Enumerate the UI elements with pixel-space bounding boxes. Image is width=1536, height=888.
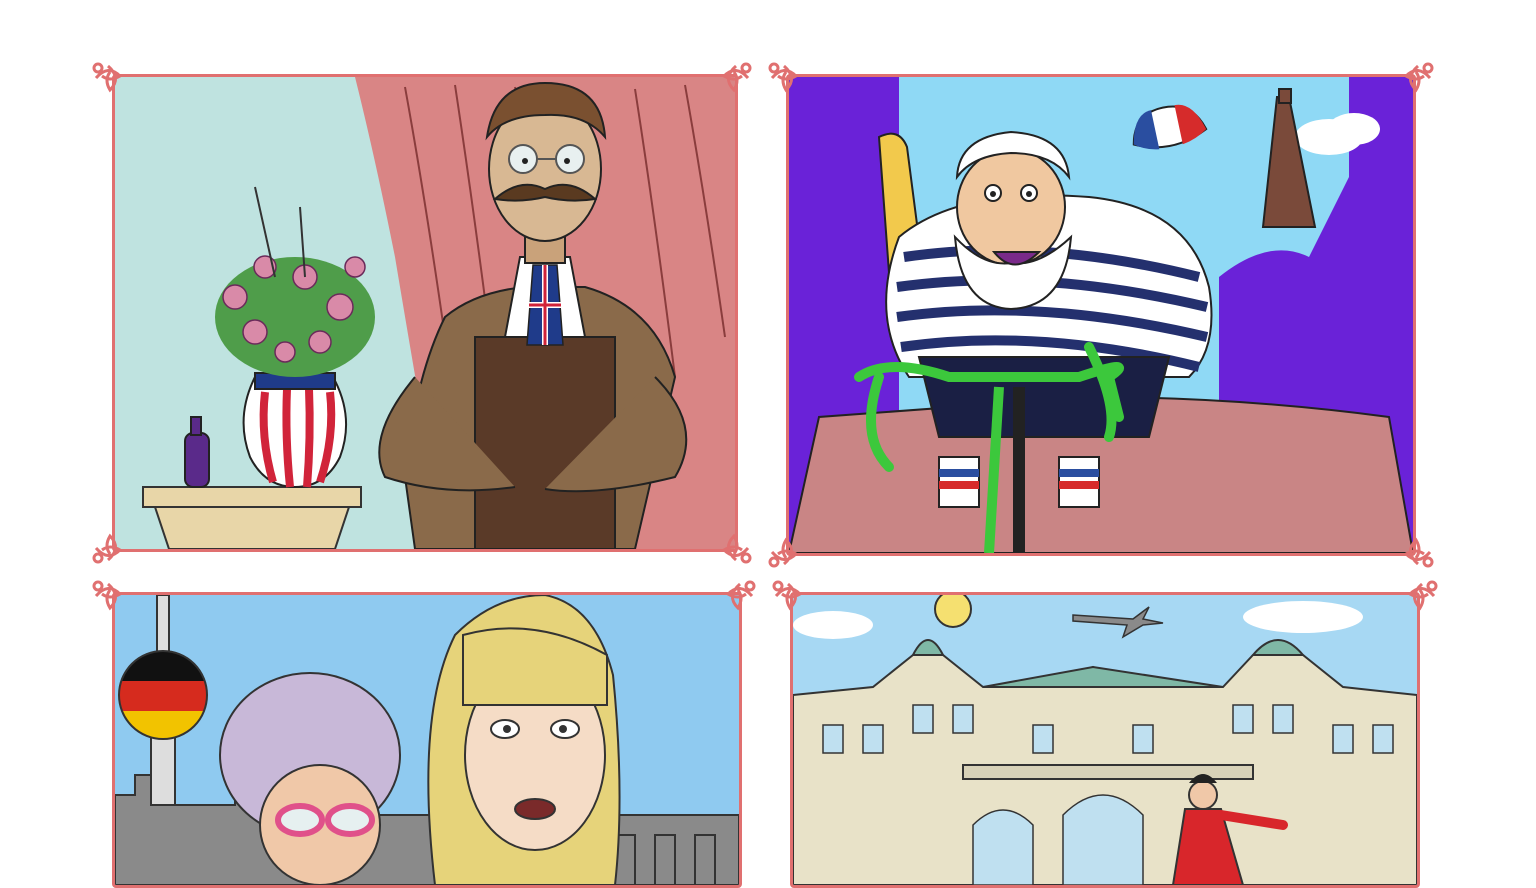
panel-german-women bbox=[112, 592, 742, 888]
panel-building-facade bbox=[790, 592, 1420, 888]
comic-page bbox=[0, 0, 1536, 888]
panel-british-gentleman bbox=[112, 74, 738, 552]
panel-french-cyclist bbox=[786, 74, 1416, 556]
